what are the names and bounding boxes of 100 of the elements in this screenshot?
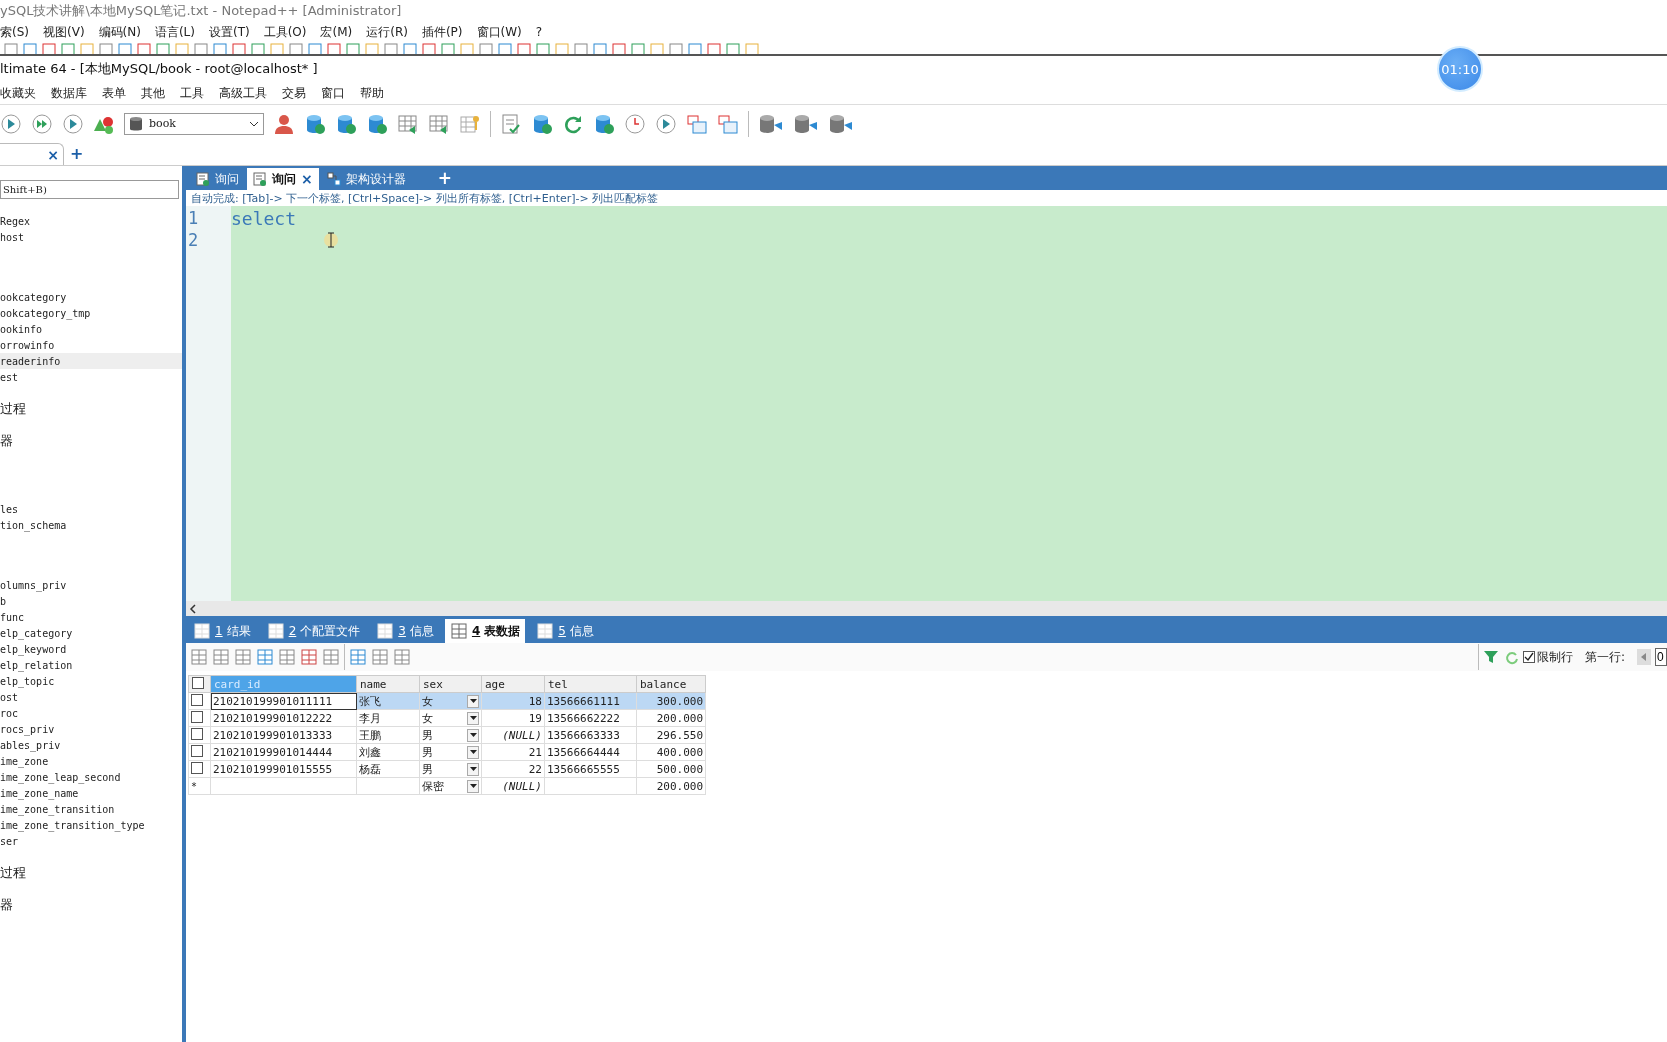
menu-item[interactable]: 帮助 <box>360 84 384 102</box>
grid-tool-icon[interactable] <box>322 648 340 666</box>
tree-item[interactable]: ime_zone <box>0 755 49 767</box>
tree-item[interactable]: ookinfo <box>0 323 43 335</box>
code-editor[interactable]: 1 2 select <box>186 206 1667 601</box>
play-icon[interactable] <box>655 112 677 135</box>
play-icon[interactable] <box>0 112 22 135</box>
database-icon[interactable] <box>335 112 357 135</box>
tab-icon[interactable] <box>536 622 555 640</box>
result-tab[interactable]: 3 信息 <box>371 619 439 643</box>
tree-folder[interactable]: 过程 <box>0 400 26 418</box>
fast-forward-icon[interactable] <box>31 112 53 135</box>
grid-tool-icon[interactable] <box>234 648 252 666</box>
column-header[interactable]: name <box>356 675 420 693</box>
menu-item[interactable]: 工具 <box>180 84 204 102</box>
database-icon[interactable] <box>304 112 326 135</box>
dropdown-icon[interactable] <box>467 745 479 759</box>
tree-item[interactable]: rocs_priv <box>0 723 55 735</box>
menu-item[interactable]: 交易 <box>282 84 306 102</box>
database-icon[interactable] <box>593 112 615 135</box>
result-tab[interactable]: 2 个配置文件 <box>261 619 366 643</box>
database-icon[interactable] <box>366 112 388 135</box>
result-tab[interactable]: 5 信息 <box>531 619 599 643</box>
checkbox[interactable] <box>191 761 203 774</box>
grid-tool-icon[interactable] <box>300 648 318 666</box>
column-header[interactable]: sex <box>419 675 482 693</box>
tree-item[interactable]: olumns_priv <box>0 579 67 591</box>
menu-item[interactable]: 宏(M) <box>320 23 353 41</box>
result-tab[interactable]: 4 表数据 <box>444 619 526 643</box>
tree-item[interactable]: host <box>0 231 25 243</box>
dropdown-icon[interactable] <box>467 694 479 708</box>
tree-item[interactable]: elp_category <box>0 627 73 639</box>
close-icon[interactable]: × <box>301 171 313 187</box>
play-icon[interactable] <box>62 112 84 135</box>
menu-item[interactable]: 窗口 <box>321 84 345 102</box>
checkbox[interactable] <box>191 727 203 740</box>
menu-item[interactable]: 运行(R) <box>366 23 408 41</box>
grid-tool-icon[interactable] <box>190 648 208 666</box>
tree-folder[interactable]: 过程 <box>0 864 26 882</box>
tree-item[interactable]: ime_zone_leap_second <box>0 771 121 783</box>
menu-item[interactable]: 索(S) <box>0 23 29 41</box>
tree-folder[interactable]: 器 <box>0 896 13 914</box>
menu-item[interactable]: 工具(O) <box>263 23 307 41</box>
menu-item[interactable]: 窗口(W) <box>476 23 522 41</box>
tree-item[interactable]: elp_topic <box>0 675 55 687</box>
tree-item[interactable]: tion_schema <box>0 519 67 531</box>
menu-item[interactable]: 设置(T) <box>208 23 250 41</box>
tree-item[interactable]: ookcategory <box>0 291 67 303</box>
checkbox[interactable] <box>191 693 203 706</box>
tree-item[interactable]: ser <box>0 835 19 847</box>
table-icon[interactable] <box>428 112 450 135</box>
menu-item[interactable]: 表单 <box>102 84 126 102</box>
tree-item[interactable]: func <box>0 611 25 623</box>
add-tab-button[interactable]: + <box>437 168 452 188</box>
tab-icon[interactable] <box>449 622 468 640</box>
window-layout-icon[interactable] <box>717 112 739 135</box>
tree-item[interactable]: ime_zone_name <box>0 787 79 799</box>
scroll-left-icon[interactable] <box>189 603 197 614</box>
first-row-field[interactable]: 0 <box>1655 648 1667 666</box>
checkbox[interactable] <box>191 710 203 723</box>
tree-item[interactable]: ost <box>0 691 19 703</box>
grid-tool-icon[interactable] <box>256 648 274 666</box>
tree-item[interactable]: est <box>0 371 19 383</box>
previous-page-icon[interactable] <box>1637 649 1651 665</box>
database-icon[interactable] <box>531 112 553 135</box>
menu-item[interactable]: 编码(N) <box>98 23 141 41</box>
tree-item[interactable]: Regex <box>0 215 31 227</box>
database-stack-icon[interactable] <box>793 112 819 135</box>
menu-item[interactable]: 收藏夹 <box>0 84 36 102</box>
menu-item[interactable]: 其他 <box>141 84 165 102</box>
menu-item[interactable]: 插件(P) <box>421 23 463 41</box>
grid-tool-icon[interactable] <box>278 648 296 666</box>
tree-item[interactable]: ookcategory_tmp <box>0 307 91 319</box>
close-icon[interactable]: × <box>47 146 59 163</box>
tree-item[interactable]: ime_zone_transition_type <box>0 819 145 831</box>
tab-icon[interactable] <box>266 622 285 640</box>
user-icon[interactable] <box>273 112 295 135</box>
filter-field[interactable]: Shift+B) <box>0 180 179 199</box>
menu-item[interactable]: 视图(V) <box>43 23 85 41</box>
checkbox[interactable] <box>192 676 204 689</box>
column-header[interactable]: tel <box>544 675 637 693</box>
window-layout-icon[interactable] <box>686 112 708 135</box>
editor-tab[interactable]: 询问 × <box>247 168 319 190</box>
tree-item[interactable]: orrowinfo <box>0 339 55 351</box>
menu-item[interactable]: ? <box>535 25 543 39</box>
table-icon[interactable] <box>397 112 419 135</box>
database-stack-icon[interactable] <box>828 112 854 135</box>
column-header[interactable]: age <box>481 675 545 693</box>
column-header[interactable]: balance <box>636 675 706 693</box>
tree-item[interactable]: ables_priv <box>0 739 61 751</box>
grid-tool-icon[interactable] <box>212 648 230 666</box>
tab-icon[interactable] <box>376 622 395 640</box>
tree-item[interactable]: elp_relation <box>0 659 73 671</box>
database-dropdown[interactable]: book <box>124 112 264 135</box>
view-mode-icon[interactable] <box>371 648 389 666</box>
database-stack-icon[interactable] <box>758 112 784 135</box>
menu-item[interactable]: 数据库 <box>51 84 87 102</box>
dropdown-icon[interactable] <box>467 728 479 742</box>
dropdown-icon[interactable] <box>467 779 479 793</box>
view-mode-icon[interactable] <box>393 648 411 666</box>
